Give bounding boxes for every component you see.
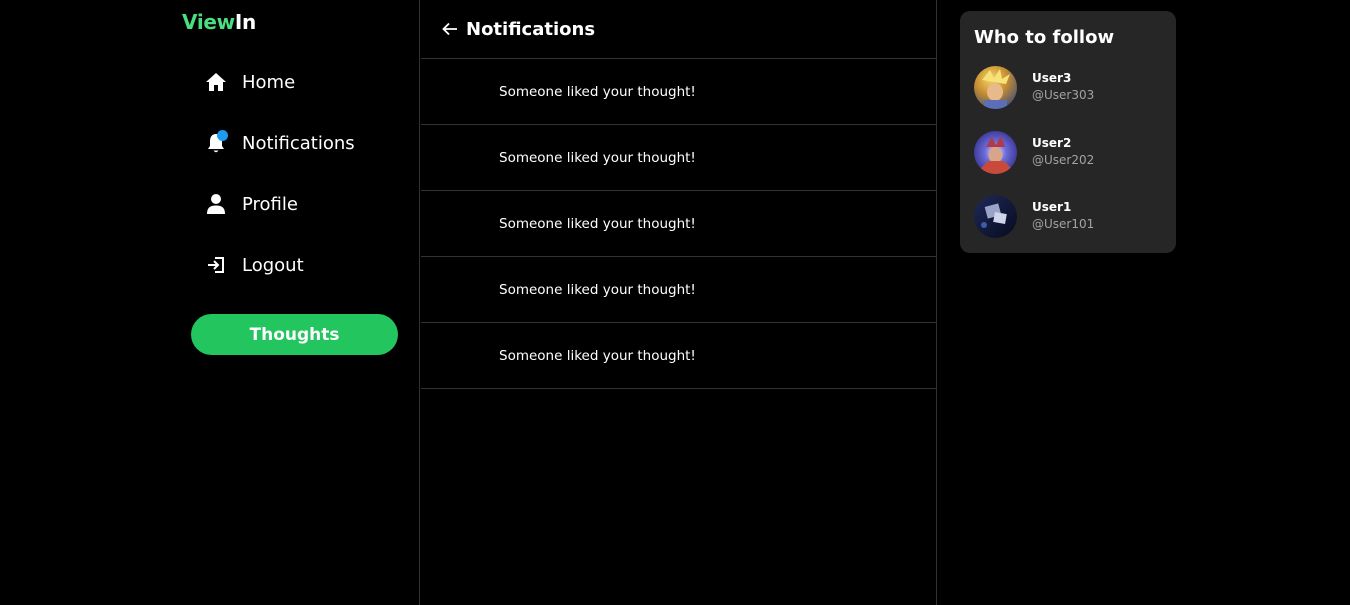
notification-text: Someone liked your thought! <box>499 347 696 364</box>
sidebar-item-label: Profile <box>242 193 298 215</box>
bell-icon <box>205 130 228 155</box>
sidebar-item-label: Home <box>242 71 296 93</box>
user-name: User1 <box>1032 200 1072 214</box>
sidebar-item-home[interactable]: Home <box>205 62 295 102</box>
who-to-follow-title: Who to follow <box>974 27 1115 48</box>
sidebar-item-profile[interactable]: Profile <box>205 184 298 224</box>
user-name: User2 <box>1032 136 1072 150</box>
notification-item[interactable]: Someone liked your thought! <box>421 59 936 125</box>
notification-item[interactable]: Someone liked your thought! <box>421 257 936 323</box>
logo-part-in: In <box>234 10 256 34</box>
logo-part-view: View <box>182 10 235 34</box>
notification-item[interactable]: Someone liked your thought! <box>421 191 936 257</box>
notification-text: Someone liked your thought! <box>499 149 696 166</box>
notification-item[interactable]: Someone liked your thought! <box>421 125 936 191</box>
sidebar-item-label: Logout <box>242 254 304 276</box>
user-handle: @User303 <box>1032 88 1095 102</box>
avatar[interactable] <box>974 194 1017 238</box>
notification-text: Someone liked your thought! <box>499 215 696 232</box>
user-handle: @User101 <box>1032 217 1095 231</box>
logout-icon <box>205 253 227 277</box>
notification-text: Someone liked your thought! <box>499 83 696 100</box>
user-name: User3 <box>1032 71 1072 85</box>
follow-user-item[interactable]: User1 @User101 <box>974 194 1164 238</box>
home-icon <box>205 70 227 94</box>
page-header: Notifications <box>421 0 936 59</box>
notifications-panel: Notifications Someone liked your thought… <box>421 0 937 605</box>
page-title: Notifications <box>466 18 596 40</box>
app-layout: ViewIn Home Notifications Profile Logout… <box>0 0 1350 605</box>
follow-user-item[interactable]: User2 @User202 <box>974 130 1164 174</box>
who-to-follow-card: Who to follow User3 @User303 User2 @User… <box>960 11 1176 253</box>
follow-user-item[interactable]: User3 @User303 <box>974 65 1164 109</box>
user-icon <box>205 192 227 216</box>
thoughts-button[interactable]: Thoughts <box>191 314 398 355</box>
sidebar-item-label: Notifications <box>242 132 355 154</box>
avatar[interactable] <box>974 130 1017 174</box>
sidebar-item-notifications[interactable]: Notifications <box>205 123 355 163</box>
back-arrow-icon[interactable] <box>439 18 461 40</box>
sidebar: ViewIn Home Notifications Profile Logout… <box>0 0 420 605</box>
app-logo[interactable]: ViewIn <box>182 10 256 34</box>
sidebar-item-logout[interactable]: Logout <box>205 245 304 285</box>
avatar[interactable] <box>974 65 1017 109</box>
user-handle: @User202 <box>1032 153 1095 167</box>
notification-item[interactable]: Someone liked your thought! <box>421 323 936 389</box>
unread-indicator-dot <box>217 130 228 141</box>
notification-text: Someone liked your thought! <box>499 281 696 298</box>
